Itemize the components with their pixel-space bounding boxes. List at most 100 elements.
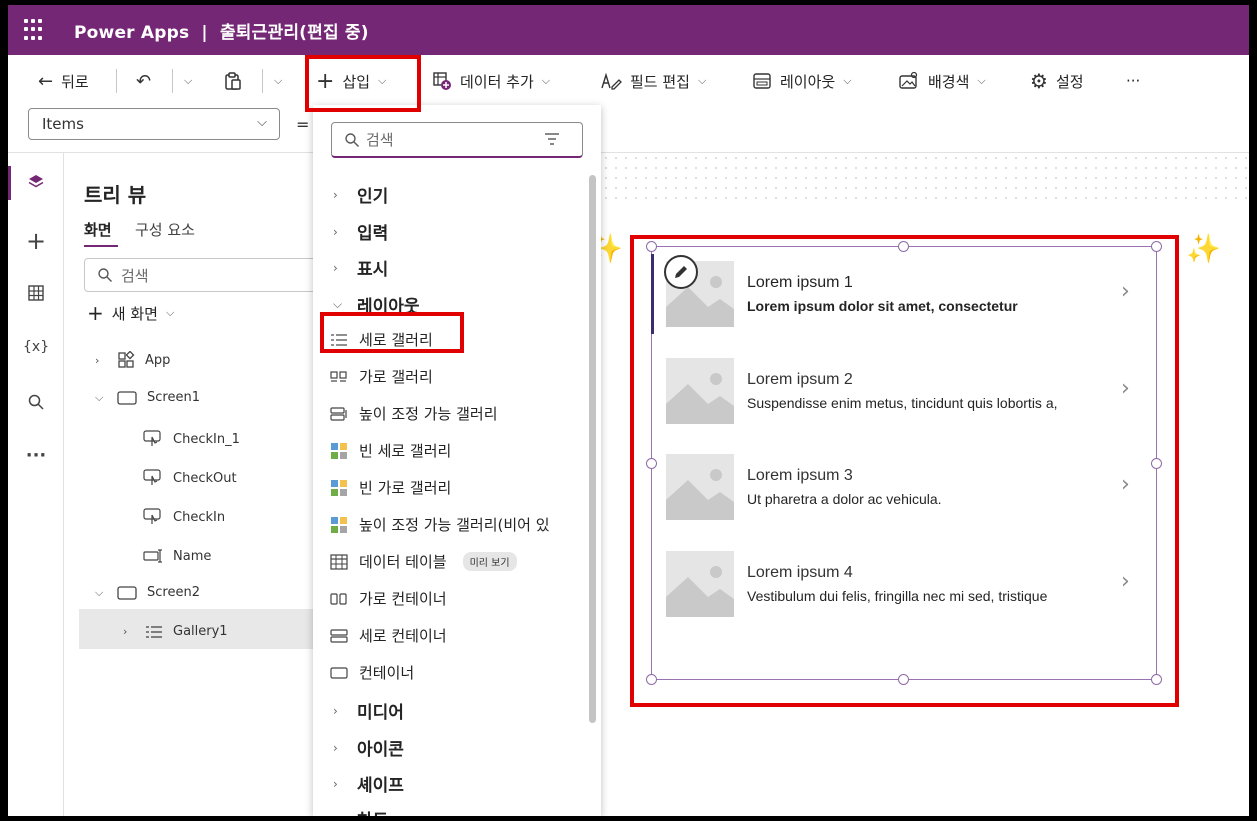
product-name: Power Apps xyxy=(74,22,190,43)
tree-node-screen2[interactable]: ⌵ Screen2 xyxy=(95,585,200,600)
undo-button[interactable]: ↶ xyxy=(136,66,151,96)
chevron-right-icon: › xyxy=(333,812,343,817)
add-data-label: 데이터 추가 xyxy=(460,72,534,91)
screen-icon xyxy=(117,390,137,405)
option-horizontal-gallery[interactable]: 가로 갤러리 xyxy=(329,366,433,387)
divider xyxy=(262,69,263,93)
option-label: 빈 세로 갤러리 xyxy=(359,442,452,460)
tree-view-icon[interactable] xyxy=(23,173,49,199)
chevron-down-icon: ⌵ xyxy=(95,390,104,404)
search-placeholder: 검색 xyxy=(121,266,149,285)
more-commands-button[interactable]: ··· xyxy=(1126,66,1140,96)
node-label: Screen2 xyxy=(147,585,200,600)
category-charts[interactable]: › 차트 xyxy=(333,806,388,816)
blank-gallery-icon xyxy=(329,442,349,459)
category-shapes[interactable]: › 셰이프 xyxy=(333,771,404,796)
chevron-down-icon: ⌵ xyxy=(95,585,104,599)
category-label: 입력 xyxy=(357,224,389,244)
button-control-icon xyxy=(143,469,161,485)
option-vertical-container[interactable]: 세로 컨테이너 xyxy=(329,625,447,646)
tree-view-panel: 트리 뷰 화면 구성 요소 검색 + 새 화면 ⌵ › App ⌵ Screen… xyxy=(65,153,324,816)
layout-button[interactable]: 레이아웃 ⌵ xyxy=(752,66,852,96)
add-data-icon xyxy=(433,72,451,90)
data-table-icon[interactable] xyxy=(23,284,49,310)
option-container[interactable]: 컨테이너 xyxy=(329,662,414,683)
tree-node-app[interactable]: › App xyxy=(95,351,170,369)
option-label: 높이 조정 가능 갤러리 xyxy=(359,405,498,423)
scrollbar[interactable] xyxy=(589,175,596,723)
variables-icon[interactable]: {x} xyxy=(23,339,49,365)
settings-label: 설정 xyxy=(1055,72,1084,91)
paste-dropdown[interactable]: ⌵ xyxy=(274,66,282,96)
option-blank-flexible-gallery[interactable]: 높이 조정 가능 갤러리(비어 있 xyxy=(329,514,550,535)
chevron-right-icon: › xyxy=(333,740,338,755)
background-color-button[interactable]: 배경색 ⌵ xyxy=(898,66,986,96)
insert-search-input[interactable]: 검색 xyxy=(331,122,583,158)
screen-icon xyxy=(117,585,137,600)
new-screen-button[interactable]: + 새 화면 ⌵ xyxy=(87,301,174,325)
chevron-down-icon: ⌵ xyxy=(257,115,267,130)
filter-icon[interactable] xyxy=(544,132,560,146)
paste-button[interactable] xyxy=(224,66,242,96)
plus-icon: + xyxy=(87,301,104,325)
edit-fields-button[interactable]: 필드 편집 ⌵ xyxy=(600,66,706,96)
insert-icon[interactable]: + xyxy=(23,227,49,255)
tree-node-name[interactable]: Name xyxy=(143,546,211,566)
category-label: 차트 xyxy=(357,806,388,816)
add-data-button[interactable]: 데이터 추가 ⌵ xyxy=(432,66,550,96)
option-blank-vertical-gallery[interactable]: 빈 세로 갤러리 xyxy=(329,440,451,461)
chevron-right-icon: › xyxy=(333,260,338,275)
tree-node-checkout[interactable]: CheckOut xyxy=(143,468,237,488)
table-icon xyxy=(329,553,349,570)
tree-node-checkin[interactable]: CheckIn xyxy=(143,507,225,527)
chevron-right-icon: › xyxy=(95,353,100,367)
node-label: Screen1 xyxy=(147,390,200,405)
chevron-right-icon: › xyxy=(333,224,338,239)
layout-icon xyxy=(753,73,771,89)
title-separator: | xyxy=(201,22,208,43)
tree-node-checkin-1[interactable]: CheckIn_1 xyxy=(143,429,240,449)
option-flexible-height-gallery[interactable]: 높이 조정 가능 갤러리 xyxy=(329,403,498,424)
vertical-container-icon xyxy=(329,628,349,644)
category-input[interactable]: › 입력 xyxy=(333,219,388,244)
node-label: CheckIn_1 xyxy=(173,431,240,447)
app-title: Power Apps | 출퇴근관리(편집 중) xyxy=(74,18,369,43)
undo-icon: ↶ xyxy=(136,70,152,92)
option-blank-horizontal-gallery[interactable]: 빈 가로 갤러리 xyxy=(329,477,451,498)
tree-search-input[interactable]: 검색 xyxy=(84,258,324,292)
category-label: 아이콘 xyxy=(357,740,404,760)
node-label: CheckOut xyxy=(173,470,237,486)
app-launcher-icon[interactable] xyxy=(24,19,46,41)
search-icon[interactable] xyxy=(23,393,49,419)
tab-screens[interactable]: 화면 xyxy=(84,219,112,240)
category-popular[interactable]: › 인기 xyxy=(333,182,388,207)
gear-icon: ⚙ xyxy=(1030,69,1048,93)
category-icons[interactable]: › 아이콘 xyxy=(333,735,404,760)
option-data-table[interactable]: 데이터 테이블 미리 보기 xyxy=(329,551,517,572)
category-media[interactable]: › 미디어 xyxy=(333,698,404,723)
option-horizontal-container[interactable]: 가로 컨테이너 xyxy=(329,588,447,609)
chevron-down-icon: ⌵ xyxy=(333,297,343,311)
option-label: 빈 가로 갤러리 xyxy=(359,479,452,497)
property-selector[interactable]: Items ⌵ xyxy=(28,108,280,140)
arrow-left-icon: ← xyxy=(38,70,54,92)
settings-button[interactable]: ⚙ 설정 xyxy=(1030,66,1084,96)
highlight-gallery xyxy=(630,235,1179,707)
tab-components[interactable]: 구성 요소 xyxy=(135,219,195,240)
gallery-icon xyxy=(146,625,162,638)
highlight-insert-button xyxy=(305,55,421,112)
button-control-icon xyxy=(143,430,161,446)
preview-badge: 미리 보기 xyxy=(462,552,517,571)
chevron-down-icon: ⌵ xyxy=(697,74,707,87)
insert-menu: 검색 › 인기 › 입력 › 표시 ⌵ 레이아웃 세로 갤러리 가로 갤러리 높이 조정… xyxy=(313,105,601,816)
tree-node-gallery1[interactable]: › Gallery1 xyxy=(123,624,228,639)
clipboard-icon xyxy=(225,72,241,90)
chevron-down-icon: ⌵ xyxy=(165,306,175,319)
category-display[interactable]: › 표시 xyxy=(333,255,388,280)
tree-node-screen1[interactable]: ⌵ Screen1 xyxy=(95,390,200,405)
undo-dropdown[interactable]: ⌵ xyxy=(184,66,192,96)
back-button[interactable]: ← 뒤로 xyxy=(38,66,89,96)
category-label: 셰이프 xyxy=(357,776,404,796)
option-label: 세로 컨테이너 xyxy=(359,627,447,645)
more-icon[interactable]: ··· xyxy=(23,445,49,471)
